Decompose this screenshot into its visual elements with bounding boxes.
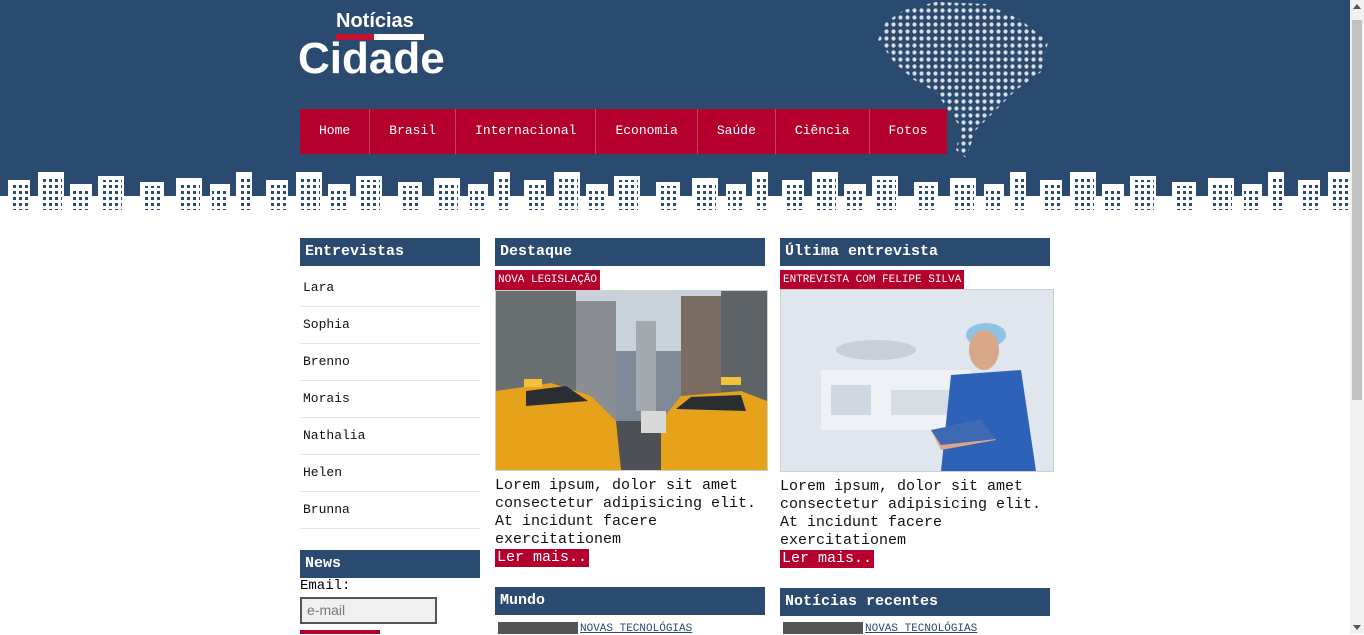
- scroll-up-arrow-icon[interactable]: [1353, 4, 1361, 9]
- interview-text-block: Lorem ipsum, dolor sit amet consectetur …: [780, 478, 1055, 568]
- interviews-heading: Entrevistas: [300, 238, 480, 266]
- interview-item-helen[interactable]: Helen: [300, 455, 480, 492]
- doctor-photo[interactable]: [780, 289, 1054, 472]
- world-thumbnail[interactable]: [498, 622, 578, 634]
- highlight-read-more-link[interactable]: Ler mais..: [495, 549, 590, 567]
- city-skyline: [0, 172, 1350, 216]
- interview-item-brunna[interactable]: Brunna: [300, 492, 480, 529]
- scroll-down-arrow-icon[interactable]: [1353, 625, 1361, 630]
- taxi-street-photo[interactable]: [495, 290, 768, 471]
- latest-interview-heading: Última entrevista: [780, 238, 1050, 266]
- vertical-scrollbar[interactable]: [1350, 0, 1364, 634]
- site-logo[interactable]: Notícias Cidade: [298, 8, 458, 88]
- interviews-list: Lara Sophia Brenno Morais Nathalia Helen…: [300, 270, 480, 529]
- interview-text: Lorem ipsum, dolor sit amet consectetur …: [780, 478, 1042, 549]
- world-heading: Mundo: [495, 587, 765, 615]
- scrollbar-thumb[interactable]: [1352, 20, 1362, 400]
- email-input[interactable]: e-mail: [300, 597, 437, 624]
- subscribe-button[interactable]: [300, 630, 380, 634]
- highlight-tag[interactable]: NOVA LEGISLAÇÃO: [495, 270, 601, 290]
- interview-item-brenno[interactable]: Brenno: [300, 344, 480, 381]
- email-label: Email:: [300, 578, 351, 594]
- nav-saude[interactable]: Saúde: [698, 109, 776, 154]
- interview-item-sophia[interactable]: Sophia: [300, 307, 480, 344]
- recent-thumbnail[interactable]: [783, 622, 863, 634]
- interview-read-more-link[interactable]: Ler mais..: [780, 550, 875, 568]
- interview-item-morais[interactable]: Morais: [300, 381, 480, 418]
- logo-top-text: Notícias: [336, 10, 414, 32]
- highlight-text: Lorem ipsum, dolor sit amet consectetur …: [495, 477, 757, 548]
- news-heading: News: [300, 550, 480, 578]
- recent-article-link[interactable]: NOVAS TECNOLÓGIAS: [865, 623, 977, 635]
- highlight-text-block: Lorem ipsum, dolor sit amet consectetur …: [495, 477, 770, 567]
- nav-brasil[interactable]: Brasil: [370, 109, 457, 154]
- nav-ciencia[interactable]: Ciência: [776, 109, 870, 154]
- logo-main-text: Cidade: [298, 34, 445, 83]
- main-nav: Home Brasil Internacional Economia Saúde…: [300, 109, 947, 154]
- highlight-heading: Destaque: [495, 238, 765, 266]
- latest-interview-tag[interactable]: ENTREVISTA COM FELIPE SILVA: [780, 270, 965, 290]
- nav-fotos[interactable]: Fotos: [870, 109, 947, 154]
- nav-economia[interactable]: Economia: [596, 109, 698, 154]
- interview-item-nathalia[interactable]: Nathalia: [300, 418, 480, 455]
- recent-news-heading: Notícias recentes: [780, 588, 1050, 616]
- nav-internacional[interactable]: Internacional: [456, 109, 597, 154]
- nav-home[interactable]: Home: [300, 109, 371, 154]
- site-header: Notícias Cidade Home Brasil Internaciona…: [0, 0, 1350, 216]
- world-article-link[interactable]: NOVAS TECNOLÓGIAS: [580, 623, 692, 635]
- interview-item-lara[interactable]: Lara: [300, 270, 480, 307]
